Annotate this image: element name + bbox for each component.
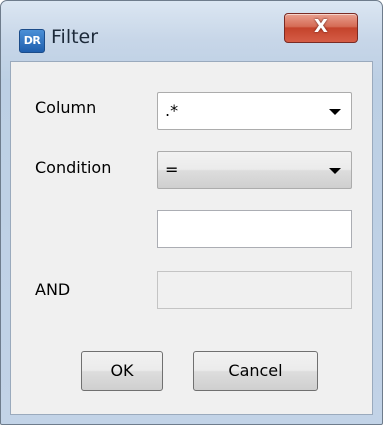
ok-button[interactable]: OK	[81, 351, 163, 391]
and-label: AND	[35, 280, 71, 299]
app-icon: DR	[19, 29, 45, 53]
condition-dropdown-value: =	[165, 160, 179, 179]
chevron-down-icon	[329, 168, 341, 174]
and-value-input[interactable]	[157, 271, 352, 309]
window-title: Filter	[51, 26, 99, 48]
condition-dropdown[interactable]: =	[157, 151, 352, 189]
filter-dialog: DR Filter X Column .* Condition = AND OK…	[0, 0, 383, 425]
cancel-button[interactable]: Cancel	[193, 351, 318, 391]
value-input[interactable]	[157, 210, 352, 248]
dialog-body: Column .* Condition = AND OK Cancel	[10, 61, 373, 415]
close-icon: X	[314, 16, 328, 37]
column-dropdown-value: .*	[165, 101, 179, 120]
condition-label: Condition	[35, 158, 112, 177]
title-bar[interactable]: DR Filter X	[1, 1, 382, 53]
column-dropdown[interactable]: .*	[157, 92, 352, 130]
column-label: Column	[35, 98, 97, 117]
close-button[interactable]: X	[284, 13, 358, 43]
chevron-down-icon	[329, 109, 341, 115]
